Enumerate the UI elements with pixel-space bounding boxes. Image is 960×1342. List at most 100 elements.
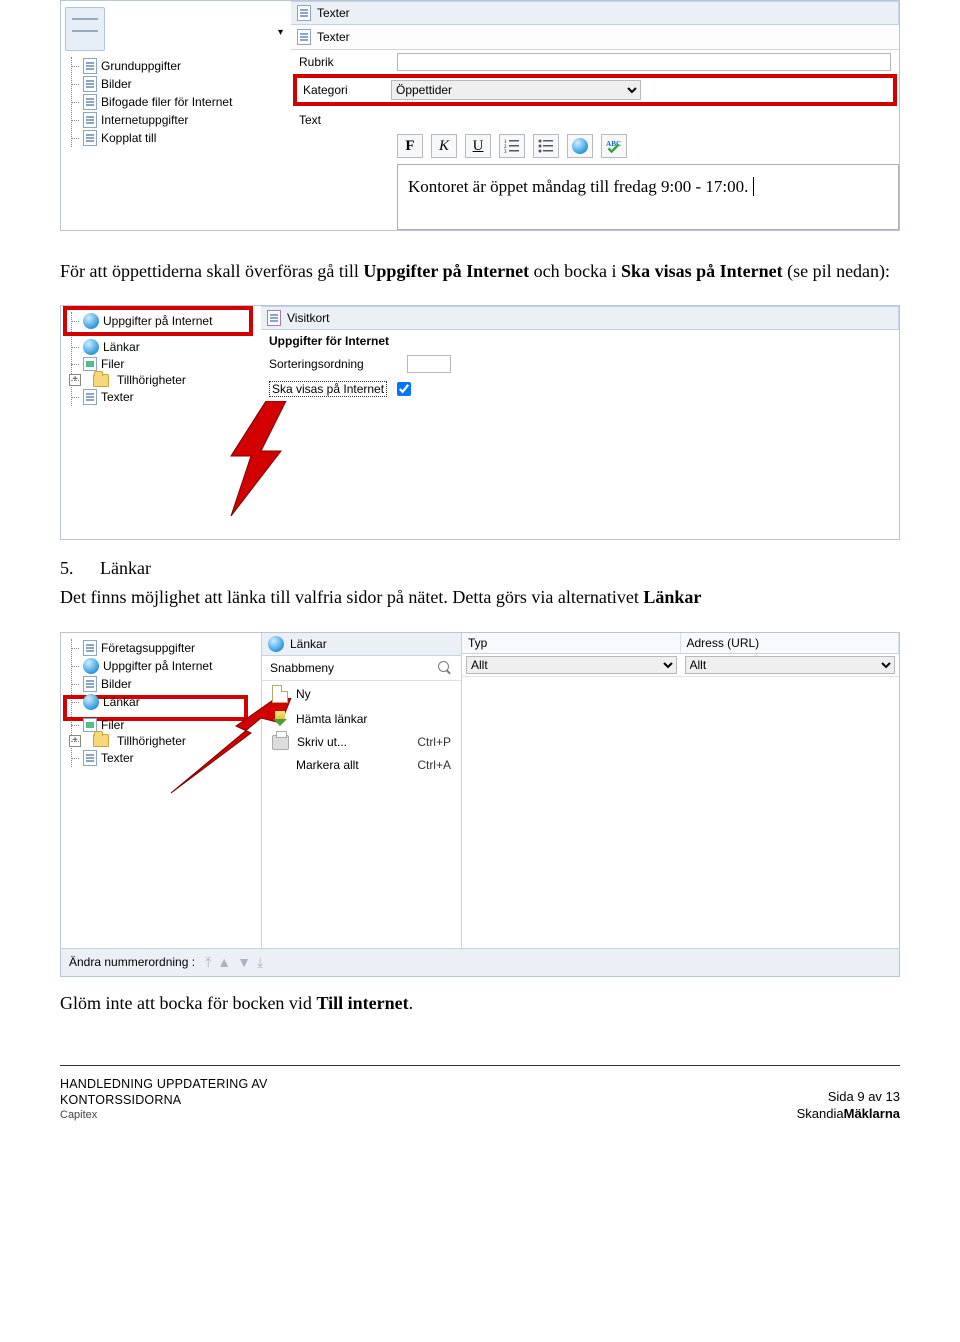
tree-item-label: Bilder bbox=[101, 677, 132, 691]
screenshot-visitkort-panel: Uppgifter på Internet Länkar Filer + Till… bbox=[60, 305, 900, 540]
tree-item[interactable]: Internetuppgifter bbox=[65, 111, 287, 129]
tree-item-label: Uppgifter på Internet bbox=[103, 659, 212, 673]
tree-item-label: Texter bbox=[101, 751, 134, 765]
reorder-buttons: ⤒ ▲ ▼ ⤓ bbox=[205, 954, 263, 971]
move-bottom-icon[interactable]: ⤓ bbox=[257, 954, 263, 971]
red-arrow-annotation bbox=[211, 401, 331, 521]
link-icon bbox=[83, 718, 97, 732]
tree-item-label: Texter bbox=[101, 390, 134, 404]
tree-item-label: Kopplat till bbox=[101, 131, 156, 145]
menu-item-label: Markera allt bbox=[296, 758, 359, 772]
col-adress[interactable]: Adress (URL) bbox=[681, 633, 900, 653]
col-typ[interactable]: Typ bbox=[462, 633, 681, 653]
rubrik-label: Rubrik bbox=[299, 55, 385, 69]
document-footer: HANDLEDNING UPPDATERING AV KONTORSSIDORN… bbox=[60, 1076, 900, 1123]
tree-item-label: Länkar bbox=[103, 695, 140, 709]
panel-title: Texter bbox=[317, 6, 350, 20]
show-internet-checkbox[interactable] bbox=[397, 382, 411, 396]
rubrik-row: Rubrik bbox=[291, 50, 899, 74]
move-up-icon[interactable]: ▲ bbox=[217, 954, 231, 971]
sheet-icon bbox=[83, 112, 97, 128]
tree-item-label: Uppgifter på Internet bbox=[103, 314, 212, 328]
move-down-icon[interactable]: ▼ bbox=[237, 954, 251, 971]
screenshot-texter-panel: ▾ Grunduppgifter Bilder Bifogade filer f… bbox=[60, 0, 900, 231]
bullet-list-button[interactable] bbox=[533, 134, 559, 158]
numbered-list-button[interactable]: 123 bbox=[499, 134, 525, 158]
footer-line-2: KONTORSSIDORNA bbox=[60, 1092, 268, 1108]
tree-item[interactable]: Bilder bbox=[65, 75, 287, 93]
rubrik-input[interactable] bbox=[397, 53, 891, 71]
footer-label: Ändra nummerordning : bbox=[69, 955, 195, 969]
sheet-icon bbox=[83, 750, 97, 766]
globe-icon bbox=[268, 636, 284, 652]
sort-input[interactable] bbox=[407, 355, 451, 373]
sheet-icon bbox=[297, 5, 311, 21]
sub-title: Texter bbox=[317, 30, 350, 44]
folder-icon bbox=[93, 734, 109, 747]
tree-item-label: Företagsuppgifter bbox=[101, 641, 195, 655]
tree-item[interactable]: Filer bbox=[65, 356, 257, 372]
column-headers: Typ Adress (URL) bbox=[462, 633, 899, 654]
panel-title: Visitkort bbox=[287, 311, 329, 325]
list-body bbox=[462, 677, 899, 948]
globe-icon bbox=[572, 138, 588, 154]
text-row: Text bbox=[291, 110, 899, 130]
globe-icon bbox=[83, 339, 99, 355]
footer-bar: Ändra nummerordning : ⤒ ▲ ▼ ⤓ bbox=[61, 948, 899, 976]
text-editor[interactable]: Kontoret är öppet måndag till fredag 9:0… bbox=[397, 164, 899, 230]
new-document-icon bbox=[272, 685, 288, 703]
filter-adress-select[interactable]: Allt bbox=[685, 656, 896, 674]
instruction-paragraph-3: Glöm inte att bocka för bocken vid Till … bbox=[60, 991, 900, 1015]
kategori-label: Kategori bbox=[303, 83, 379, 97]
tree-item[interactable]: Uppgifter på Internet bbox=[65, 657, 257, 675]
kategori-select[interactable]: Öppettider bbox=[391, 80, 641, 100]
section-5-heading: 5.Länkar bbox=[60, 558, 900, 579]
tree-item[interactable]: Bilder bbox=[65, 675, 257, 693]
panel-header: Texter bbox=[291, 1, 899, 25]
hyperlink-button[interactable] bbox=[567, 134, 593, 158]
tree-item-label: Bilder bbox=[101, 77, 132, 91]
panel-title: Länkar bbox=[290, 637, 327, 651]
italic-button[interactable]: K bbox=[431, 134, 457, 158]
move-top-icon[interactable]: ⤒ bbox=[205, 954, 211, 971]
detail-pane: Texter Texter Rubrik Kategori Öppettider… bbox=[291, 1, 899, 230]
tree-item[interactable]: + Tillhörigheter bbox=[65, 372, 257, 388]
link-icon bbox=[83, 357, 97, 371]
filter-typ-select[interactable]: Allt bbox=[466, 656, 677, 674]
show-internet-row: Ska visas på Internet bbox=[261, 376, 899, 402]
detail-pane: Visitkort Uppgifter för Internet Sorteri… bbox=[261, 306, 899, 539]
globe-icon bbox=[83, 694, 99, 710]
underline-button[interactable]: U bbox=[465, 134, 491, 158]
spellcheck-button[interactable]: ABC bbox=[601, 134, 627, 158]
footer-divider bbox=[60, 1065, 900, 1066]
screenshot-lankar-panel: Företagsuppgifter Uppgifter på Internet … bbox=[60, 632, 900, 977]
expand-icon[interactable]: + bbox=[69, 374, 81, 386]
section-title: Uppgifter för Internet bbox=[261, 330, 899, 352]
sheet-icon bbox=[83, 58, 97, 74]
sheet-icon bbox=[83, 94, 97, 110]
menu-shortcut: Ctrl+P bbox=[417, 735, 451, 749]
editor-content: Kontoret är öppet måndag till fredag 9:0… bbox=[408, 177, 748, 196]
tree-item[interactable]: Grunduppgifter bbox=[65, 57, 287, 75]
tree-item-label: Tillhörigheter bbox=[117, 373, 186, 387]
footer-right: Sida 9 av 13 SkandiaMäklarna bbox=[797, 1089, 900, 1123]
globe-icon bbox=[83, 658, 99, 674]
tree-item-uppgifter-internet[interactable]: Uppgifter på Internet bbox=[65, 312, 257, 330]
list-pane: Typ Adress (URL) Allt Allt bbox=[461, 633, 899, 948]
document-icon bbox=[65, 7, 105, 51]
bold-button[interactable]: F bbox=[397, 134, 423, 158]
menu-item-label: Skriv ut... bbox=[297, 735, 347, 749]
tree-item-label: Grunduppgifter bbox=[101, 59, 181, 73]
tree-item[interactable]: Kopplat till bbox=[65, 129, 287, 147]
show-internet-label: Ska visas på Internet bbox=[269, 381, 387, 397]
tree-pane: Företagsuppgifter Uppgifter på Internet … bbox=[61, 633, 261, 948]
filter-row: Allt Allt bbox=[462, 654, 899, 677]
expand-icon[interactable]: + bbox=[69, 735, 81, 747]
chevron-down-icon[interactable]: ▾ bbox=[278, 27, 283, 38]
panel-header: Länkar bbox=[262, 633, 461, 656]
tree-item[interactable]: Företagsuppgifter bbox=[65, 639, 257, 657]
tree-item[interactable]: Länkar bbox=[65, 338, 257, 356]
tree-item[interactable]: Bifogade filer för Internet bbox=[65, 93, 287, 111]
search-icon[interactable] bbox=[437, 660, 453, 676]
sheet-icon bbox=[83, 130, 97, 146]
